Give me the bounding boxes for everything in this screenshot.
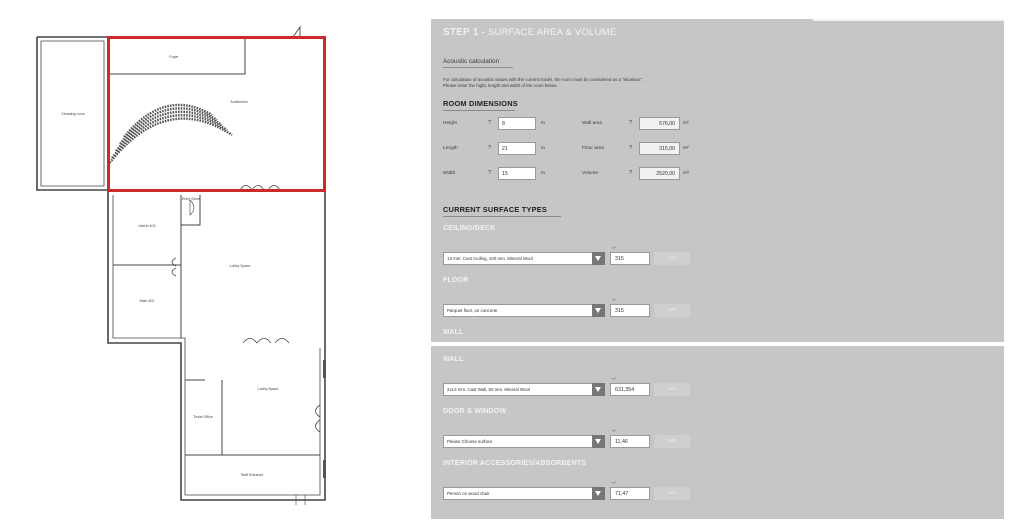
volume-label: Volume (582, 171, 598, 176)
height-label: Height (443, 121, 457, 126)
interior-m2-label: m² (612, 481, 617, 485)
room-label-office: Ticket Office (193, 415, 213, 419)
chevron-down-icon[interactable] (592, 383, 605, 396)
step-title: STEP 1 - SURFACE AREA & VOLUME (443, 27, 616, 38)
floor-select[interactable]: Parquet floor, on concrete (443, 304, 605, 317)
wall-select[interactable]: 2x13 mm. Cast Wall, 50 mm. Mineral Wool (443, 383, 605, 396)
room-label-interlo: Interlo 403 (139, 224, 156, 228)
floor-area-label: Floor area (582, 146, 604, 151)
wall-heading: WALL (443, 356, 464, 363)
acoustic-desc-1: For calculation of acoustic values with … (443, 77, 644, 82)
width-label: Width (443, 171, 456, 176)
floor-plan-drawing: Foyer Cleaning room Auditorium Interlo 4… (36, 25, 326, 505)
length-label: Length (443, 146, 458, 151)
width-unit: m (541, 171, 545, 176)
wall-area-value: 576,00 (639, 117, 680, 130)
surface-types-underline (443, 216, 561, 217)
floor-add-button[interactable]: Add (654, 304, 690, 317)
interior-add-button[interactable]: Add (654, 487, 690, 500)
floor-select-value: Parquet floor, on concrete (447, 308, 498, 313)
interior-select-value: Person on wood chair (447, 491, 490, 496)
acoustic-desc-2: Please enter the hight, length and width… (443, 83, 558, 88)
length-unit: m (541, 146, 545, 151)
room-label-main: Main 402 (140, 299, 155, 303)
ceiling-select[interactable]: 13 mm. Cast Ceiling, 100 mm. Mineral Woo… (443, 252, 605, 265)
floor-heading: FLOOR (443, 277, 469, 284)
floor-plan[interactable]: Foyer Cleaning room Auditorium Interlo 4… (0, 0, 360, 532)
room-dimensions-underline (443, 110, 515, 111)
door-window-quantity-input[interactable]: 11,46 (610, 435, 650, 448)
acoustic-title: Acoustic calculation (443, 58, 500, 65)
room-label-staff: Staff Entrance (241, 473, 264, 477)
room-label-foyer: Foyer (169, 55, 179, 59)
volume-value: 2520,00 (639, 167, 680, 180)
ceiling-add-button[interactable]: Add (654, 252, 690, 265)
wall-select-value: 2x13 mm. Cast Wall, 50 mm. Mineral Wool (447, 387, 530, 392)
wall-heading-cut: WALL (443, 329, 464, 336)
room-label-entry: Entry Store (182, 197, 200, 201)
height-input[interactable]: 8 (498, 117, 536, 130)
door-window-m2-label: m² (612, 429, 617, 433)
interior-select[interactable]: Person on wood chair (443, 487, 605, 500)
width-input[interactable]: 15 (498, 167, 536, 180)
height-help-icon[interactable]: ? (488, 120, 491, 126)
header-strip (813, 19, 1004, 21)
floor-quantity-input[interactable]: 315 (610, 304, 650, 317)
surface-types-heading: CURRENT SURFACE TYPES (443, 205, 547, 214)
room-label-lobby-bottom: Lobby Space (258, 387, 279, 391)
room-label-auditorium: Auditorium (230, 100, 247, 104)
floor-area-unit: m² (683, 146, 689, 151)
surface-area-panel: STEP 1 - SURFACE AREA & VOLUME Acoustic … (431, 19, 1004, 342)
room-dimensions-heading: ROOM DIMENSIONS (443, 99, 518, 108)
step-prefix: STEP 1 - (443, 27, 485, 38)
room-label-lobby-top: Lobby Space (230, 264, 251, 268)
wall-area-help-icon[interactable]: ? (629, 120, 632, 126)
ceiling-m2-label: m² (612, 246, 617, 250)
floor-area-value: 315,00 (639, 142, 680, 155)
ceiling-heading: CEILING/DECK (443, 225, 496, 232)
volume-help-icon[interactable]: ? (629, 170, 632, 176)
wall-quantity-input[interactable]: 631,354 (610, 383, 650, 396)
wall-m2-label: m² (612, 377, 617, 381)
chevron-down-icon[interactable] (592, 304, 605, 317)
volume-unit: m³ (683, 171, 689, 176)
wall-area-label: Wall area (582, 121, 603, 126)
chevron-down-icon[interactable] (592, 487, 605, 500)
height-unit: m (541, 121, 545, 126)
door-window-select-value: Please Choose surface (447, 439, 493, 444)
interior-heading: INTERIOR ACCESSORIES/ABSORBENTS (443, 460, 587, 467)
width-help-icon[interactable]: ? (488, 170, 491, 176)
ceiling-select-value: 13 mm. Cast Ceiling, 100 mm. Mineral Woo… (447, 256, 533, 261)
length-help-icon[interactable]: ? (488, 145, 491, 151)
wall-area-unit: m² (683, 121, 689, 126)
door-window-add-button[interactable]: Add (654, 435, 690, 448)
surface-types-panel-continued: WALL m² 2x13 mm. Cast Wall, 50 mm. Miner… (431, 346, 1004, 519)
interior-quantity-input[interactable]: 71,47 (610, 487, 650, 500)
acoustic-title-underline (443, 67, 513, 68)
wall-add-button[interactable]: Add (654, 383, 690, 396)
ceiling-quantity-input[interactable]: 315 (610, 252, 650, 265)
length-input[interactable]: 21 (498, 142, 536, 155)
door-window-heading: DOOR & WINDOW (443, 408, 507, 415)
chevron-down-icon[interactable] (592, 252, 605, 265)
chevron-down-icon[interactable] (592, 435, 605, 448)
door-window-select[interactable]: Please Choose surface (443, 435, 605, 448)
room-label-cleaning: Cleaning room (61, 112, 84, 116)
floor-m2-label: m² (612, 298, 617, 302)
step-subtitle: SURFACE AREA & VOLUME (487, 27, 617, 38)
floor-area-help-icon[interactable]: ? (629, 145, 632, 151)
